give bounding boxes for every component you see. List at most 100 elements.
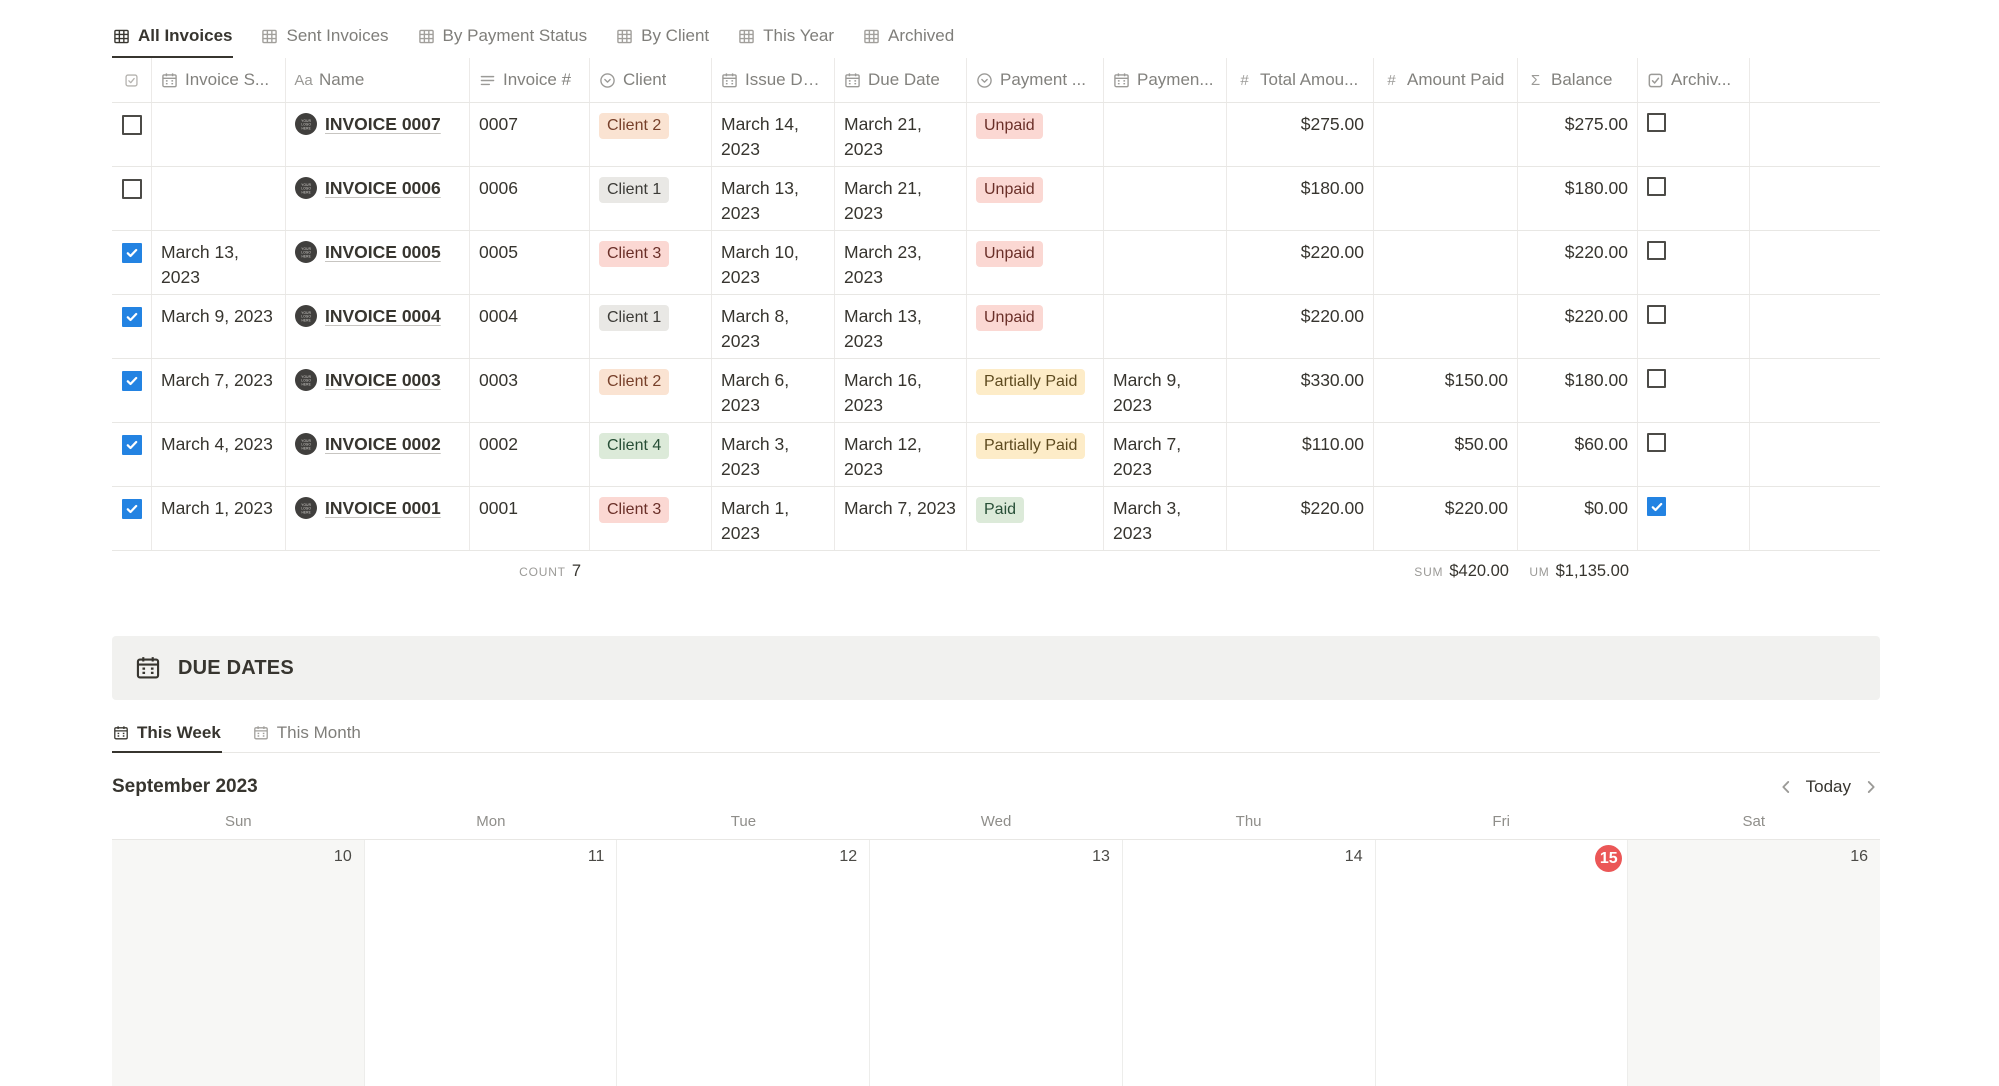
calendar-tab-this-week[interactable]: This Week [112,714,222,753]
client-cell[interactable]: Client 2 [590,103,712,166]
invoice-page-link[interactable]: YOURLOGOHEREINVOICE 0001 [295,496,460,521]
payment_date-cell[interactable] [1104,231,1227,294]
view-tab-by-client[interactable]: By Client [615,16,710,58]
row-select-checkbox[interactable] [122,307,142,327]
sum-aggregate[interactable]: SUM$420.00 [1374,562,1518,592]
select-cell[interactable] [112,423,152,486]
payment_date-cell[interactable] [1104,167,1227,230]
row-select-checkbox[interactable] [122,243,142,263]
row-select-checkbox[interactable] [122,179,142,199]
payment_status-cell[interactable]: Partially Paid [967,359,1104,422]
name-cell[interactable]: YOURLOGOHEREINVOICE 0004 [286,295,470,358]
select-cell[interactable] [112,295,152,358]
balance-cell[interactable]: $220.00 [1518,231,1638,294]
issue_date-cell[interactable]: March 14, 2023 [712,103,835,166]
payment_date-cell[interactable]: March 3, 2023 [1104,487,1227,550]
calendar-day-15[interactable]: 15 [1376,840,1629,1086]
view-tab-all-invoices[interactable]: All Invoices [112,16,233,58]
client-cell[interactable]: Client 3 [590,487,712,550]
payment_status-cell[interactable]: Unpaid [967,231,1104,294]
archived-cell[interactable] [1638,167,1750,230]
balance-cell[interactable]: $0.00 [1518,487,1638,550]
client-cell[interactable]: Client 2 [590,359,712,422]
archived-checkbox[interactable] [1647,433,1666,452]
invoice_number-cell[interactable]: 0005 [470,231,590,294]
archived-checkbox[interactable] [1647,241,1666,260]
column-header-total_amount[interactable]: #Total Amou... [1227,58,1374,102]
amount_paid-cell[interactable] [1374,103,1518,166]
name-cell[interactable]: YOURLOGOHEREINVOICE 0003 [286,359,470,422]
balance-cell[interactable]: $275.00 [1518,103,1638,166]
invoice_sent-cell[interactable] [152,103,286,166]
calendar-day-14[interactable]: 14 [1123,840,1376,1086]
invoice-page-link[interactable]: YOURLOGOHEREINVOICE 0006 [295,176,460,201]
amount_paid-cell[interactable]: $220.00 [1374,487,1518,550]
client-cell[interactable]: Client 1 [590,295,712,358]
due_date-cell[interactable]: March 12, 2023 [835,423,967,486]
payment_status-cell[interactable]: Partially Paid [967,423,1104,486]
total_amount-cell[interactable]: $275.00 [1227,103,1374,166]
invoice_number-cell[interactable]: 0001 [470,487,590,550]
column-header-select[interactable] [112,58,152,102]
name-cell[interactable]: YOURLOGOHEREINVOICE 0007 [286,103,470,166]
invoice_sent-cell[interactable]: March 13, 2023 [152,231,286,294]
payment_date-cell[interactable]: March 9, 2023 [1104,359,1227,422]
today-button[interactable]: Today [1804,777,1853,797]
select-cell[interactable] [112,359,152,422]
archived-checkbox[interactable] [1647,177,1666,196]
archived-checkbox[interactable] [1647,497,1666,516]
invoice-page-link[interactable]: YOURLOGOHEREINVOICE 0002 [295,432,460,457]
invoice_number-cell[interactable]: 0003 [470,359,590,422]
payment_status-cell[interactable]: Unpaid [967,295,1104,358]
chevron-right-icon[interactable] [1862,778,1880,796]
select-cell[interactable] [112,231,152,294]
name-cell[interactable]: YOURLOGOHEREINVOICE 0002 [286,423,470,486]
calendar-day-12[interactable]: 12 [617,840,870,1086]
issue_date-cell[interactable]: March 6, 2023 [712,359,835,422]
invoice_number-cell[interactable]: 0006 [470,167,590,230]
archived-checkbox[interactable] [1647,113,1666,132]
calendar-day-11[interactable]: 11 [365,840,618,1086]
row-select-checkbox[interactable] [122,435,142,455]
client-cell[interactable]: Client 4 [590,423,712,486]
column-header-payment_date[interactable]: Paymen... [1104,58,1227,102]
balance-cell[interactable]: $220.00 [1518,295,1638,358]
issue_date-cell[interactable]: March 13, 2023 [712,167,835,230]
payment_date-cell[interactable] [1104,295,1227,358]
archived-cell[interactable] [1638,359,1750,422]
payment_date-cell[interactable] [1104,103,1227,166]
view-tab-by-payment-status[interactable]: By Payment Status [417,16,589,58]
payment_date-cell[interactable]: March 7, 2023 [1104,423,1227,486]
invoice_sent-cell[interactable]: March 4, 2023 [152,423,286,486]
archived-cell[interactable] [1638,231,1750,294]
client-cell[interactable]: Client 1 [590,167,712,230]
amount_paid-cell[interactable] [1374,295,1518,358]
name-cell[interactable]: YOURLOGOHEREINVOICE 0001 [286,487,470,550]
issue_date-cell[interactable]: March 1, 2023 [712,487,835,550]
total_amount-cell[interactable]: $110.00 [1227,423,1374,486]
total_amount-cell[interactable]: $220.00 [1227,231,1374,294]
issue_date-cell[interactable]: March 8, 2023 [712,295,835,358]
amount_paid-cell[interactable]: $150.00 [1374,359,1518,422]
archived-cell[interactable] [1638,103,1750,166]
invoice-page-link[interactable]: YOURLOGOHEREINVOICE 0003 [295,368,460,393]
column-header-spacer[interactable] [1750,58,1880,102]
archived-cell[interactable] [1638,295,1750,358]
select-cell[interactable] [112,487,152,550]
column-header-issue_date[interactable]: Issue Da... [712,58,835,102]
column-header-archived[interactable]: Archiv... [1638,58,1750,102]
total_amount-cell[interactable]: $220.00 [1227,295,1374,358]
invoice-page-link[interactable]: YOURLOGOHEREINVOICE 0007 [295,112,460,137]
column-header-client[interactable]: Client [590,58,712,102]
balance-cell[interactable]: $60.00 [1518,423,1638,486]
invoice_sent-cell[interactable]: March 1, 2023 [152,487,286,550]
balance-sum-aggregate[interactable]: UM$1,135.00 [1518,562,1638,592]
column-header-amount_paid[interactable]: #Amount Paid [1374,58,1518,102]
total_amount-cell[interactable]: $180.00 [1227,167,1374,230]
due_date-cell[interactable]: March 23, 2023 [835,231,967,294]
row-select-checkbox[interactable] [122,499,142,519]
amount_paid-cell[interactable] [1374,231,1518,294]
client-cell[interactable]: Client 3 [590,231,712,294]
name-cell[interactable]: YOURLOGOHEREINVOICE 0006 [286,167,470,230]
calendar-day-10[interactable]: 10 [112,840,365,1086]
